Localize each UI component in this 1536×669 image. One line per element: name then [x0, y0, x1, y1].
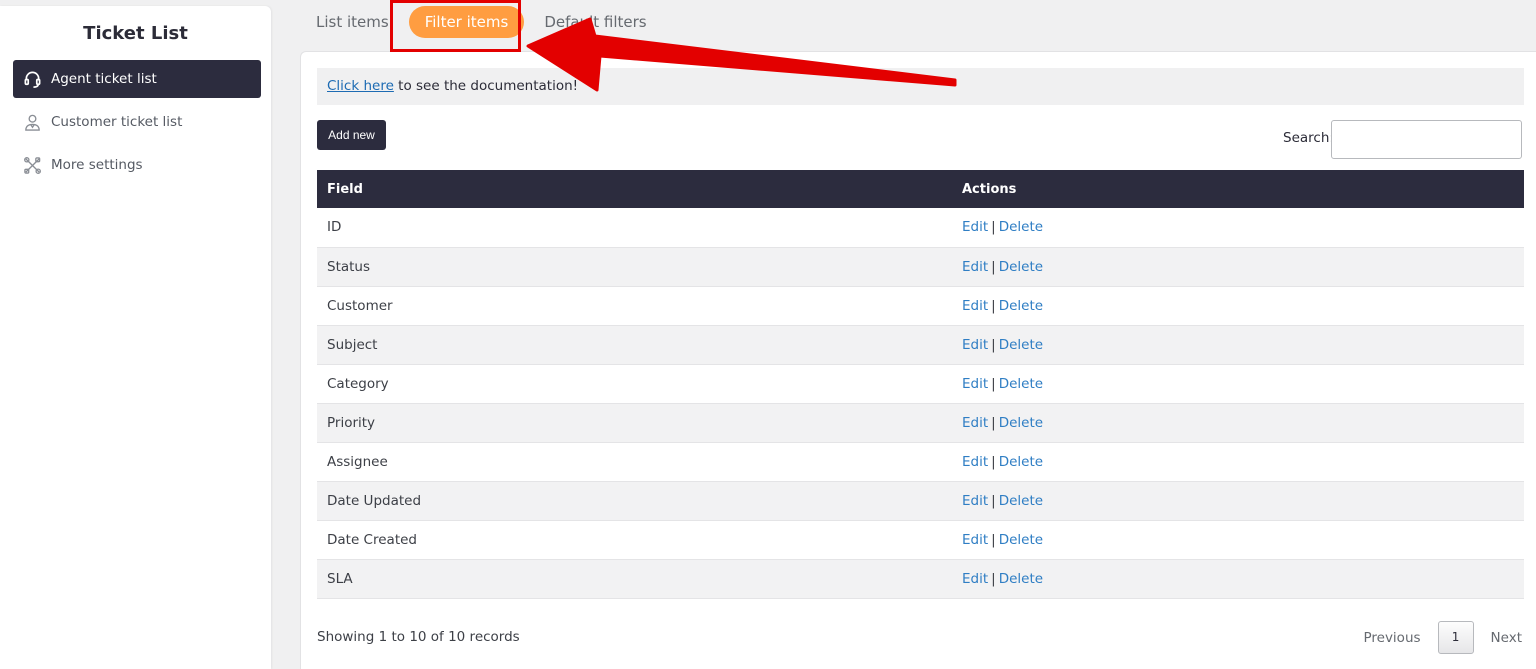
actions-cell: Edit | Delete [952, 520, 1524, 559]
tab-list-items[interactable]: List items [300, 5, 405, 39]
action-separator: | [991, 336, 996, 353]
field-cell: Assignee [327, 453, 388, 470]
table-row: Assignee Edit | Delete [317, 442, 1524, 481]
action-separator: | [991, 531, 996, 548]
field-cell: Priority [327, 414, 376, 431]
field-cell: Category [327, 375, 389, 392]
delete-link[interactable]: Delete [999, 259, 1043, 275]
edit-link[interactable]: Edit [962, 532, 988, 548]
page-1-button[interactable]: 1 [1437, 621, 1474, 654]
documentation-text: to see the documentation! [393, 78, 579, 94]
delete-link[interactable]: Delete [999, 571, 1043, 587]
add-new-button[interactable]: Add new [317, 120, 386, 150]
tab-default-filters[interactable]: Default filters [528, 5, 662, 39]
action-separator: | [991, 414, 996, 431]
edit-link[interactable]: Edit [962, 219, 988, 235]
edit-link[interactable]: Edit [962, 454, 988, 470]
edit-link[interactable]: Edit [962, 259, 988, 275]
actions-cell: Edit | Delete [952, 559, 1524, 598]
delete-link[interactable]: Delete [999, 337, 1043, 353]
search-label: Search: [1283, 130, 1334, 146]
previous-page-button[interactable]: Previous [1363, 630, 1420, 646]
field-cell: ID [327, 219, 342, 236]
column-header-field: Field [327, 181, 363, 197]
actions-cell: Edit | Delete [952, 364, 1524, 403]
customer-icon [22, 112, 42, 132]
action-separator: | [991, 297, 996, 314]
table-row: Subject Edit | Delete [317, 325, 1524, 364]
field-cell: Subject [327, 336, 378, 353]
actions-cell: Edit | Delete [952, 208, 1524, 247]
field-cell: Status [327, 258, 371, 275]
sidebar-item-more-settings[interactable]: More settings [13, 146, 261, 184]
field-cell: Customer [327, 297, 393, 314]
edit-link[interactable]: Edit [962, 571, 988, 587]
action-separator: | [991, 492, 996, 509]
delete-link[interactable]: Delete [999, 219, 1043, 235]
table-row: Status Edit | Delete [317, 247, 1524, 286]
sidebar-item-customer-ticket-list[interactable]: Customer ticket list [13, 103, 261, 141]
search-input[interactable] [1331, 120, 1522, 159]
documentation-link[interactable]: Click here [327, 78, 394, 94]
main-panel: Click here to see the documentation! Add… [300, 51, 1536, 669]
fields-table: Field Actions ID Edit | Delete Status Edit | De… [317, 170, 1524, 599]
table-row: SLA Edit | Delete [317, 559, 1524, 598]
headset-icon [22, 69, 42, 89]
sidebar-menu: Agent ticket list Customer ticket list M… [0, 60, 271, 184]
delete-link[interactable]: Delete [999, 454, 1043, 470]
table-row: Date Created Edit | Delete [317, 520, 1524, 559]
sidebar-title: Ticket List [83, 23, 188, 44]
actions-cell: Edit | Delete [952, 403, 1524, 442]
table-row: Priority Edit | Delete [317, 403, 1524, 442]
highlight-box [390, 0, 521, 52]
table-row: Customer Edit | Delete [317, 286, 1524, 325]
field-cell: Date Updated [327, 492, 422, 509]
documentation-notice: Click here to see the documentation! [317, 68, 1524, 105]
delete-link[interactable]: Delete [999, 298, 1043, 314]
table-header-row: Field Actions [317, 170, 1524, 208]
actions-cell: Edit | Delete [952, 442, 1524, 481]
next-page-button[interactable]: Next [1491, 630, 1522, 646]
edit-link[interactable]: Edit [962, 337, 988, 353]
sidebar: Ticket List Agent ticket list Customer t… [0, 6, 271, 669]
action-separator: | [991, 375, 996, 392]
records-info: Showing 1 to 10 of 10 records [317, 629, 520, 645]
pagination: Previous 1 Next [1363, 621, 1522, 654]
edit-link[interactable]: Edit [962, 415, 988, 431]
sidebar-item-agent-ticket-list[interactable]: Agent ticket list [13, 60, 261, 98]
field-cell: Date Created [327, 531, 417, 548]
tools-icon [22, 155, 42, 175]
actions-cell: Edit | Delete [952, 247, 1524, 286]
sidebar-item-label: More settings [51, 157, 143, 173]
field-cell: SLA [327, 570, 353, 587]
sidebar-item-label: Customer ticket list [51, 114, 183, 130]
delete-link[interactable]: Delete [999, 376, 1043, 392]
column-header-actions: Actions [962, 181, 1017, 197]
edit-link[interactable]: Edit [962, 298, 988, 314]
actions-cell: Edit | Delete [952, 481, 1524, 520]
delete-link[interactable]: Delete [999, 532, 1043, 548]
sidebar-item-label: Agent ticket list [51, 71, 157, 87]
delete-link[interactable]: Delete [999, 493, 1043, 509]
actions-cell: Edit | Delete [952, 325, 1524, 364]
table-row: Category Edit | Delete [317, 364, 1524, 403]
action-separator: | [991, 219, 996, 236]
action-separator: | [991, 453, 996, 470]
table-row: ID Edit | Delete [317, 208, 1524, 247]
delete-link[interactable]: Delete [999, 415, 1043, 431]
actions-cell: Edit | Delete [952, 286, 1524, 325]
action-separator: | [991, 570, 996, 587]
edit-link[interactable]: Edit [962, 493, 988, 509]
table-row: Date Updated Edit | Delete [317, 481, 1524, 520]
action-separator: | [991, 258, 996, 275]
edit-link[interactable]: Edit [962, 376, 988, 392]
